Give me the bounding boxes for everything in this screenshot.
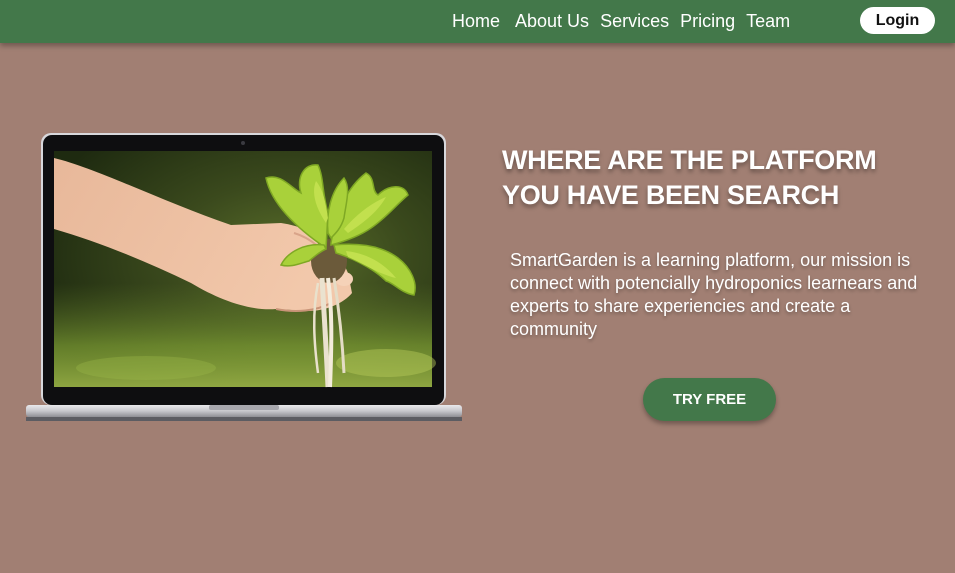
hero-laptop-image — [26, 133, 462, 421]
hero-headline: WHERE ARE THE PLATFORM YOU HAVE BEEN SEA… — [502, 145, 877, 210]
nav-link-home[interactable]: Home — [452, 11, 500, 32]
nav-link-pricing[interactable]: Pricing — [680, 11, 735, 32]
hero-description: SmartGarden is a learning platform, our … — [510, 250, 918, 339]
screen-photo — [54, 151, 436, 388]
nav-link-services[interactable]: Services — [600, 11, 669, 32]
nav-links: Home About Us Services Pricing Team — [452, 0, 801, 43]
top-navbar: Home About Us Services Pricing Team Logi… — [0, 0, 955, 43]
nav-link-team[interactable]: Team — [746, 11, 790, 32]
login-button[interactable]: Login — [860, 7, 935, 34]
nav-link-about-us[interactable]: About Us — [515, 11, 589, 32]
try-free-button[interactable]: TRY FREE — [643, 378, 776, 421]
